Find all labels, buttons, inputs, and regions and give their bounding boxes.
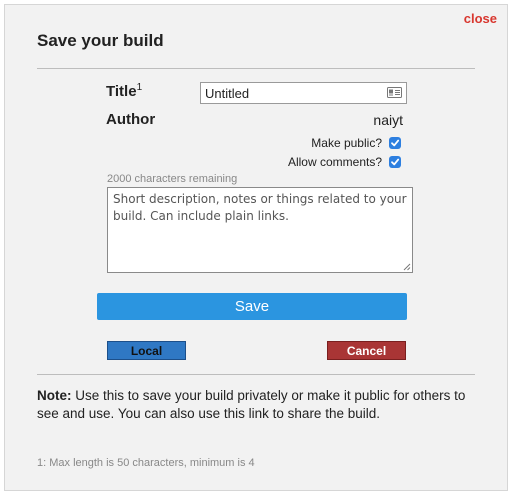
make-public-checkbox[interactable] <box>389 137 401 149</box>
resize-grip-icon[interactable] <box>403 263 411 271</box>
checkmark-icon <box>391 158 400 166</box>
title-label: Title1 <box>106 82 142 100</box>
cancel-button[interactable]: Cancel <box>327 341 406 360</box>
make-public-row[interactable]: Make public? <box>311 136 401 150</box>
checkmark-icon <box>391 139 400 147</box>
author-value: naiyt <box>373 112 403 128</box>
close-link[interactable]: close <box>464 11 497 26</box>
author-label: Author <box>106 111 156 128</box>
allow-comments-row[interactable]: Allow comments? <box>288 155 401 169</box>
local-button[interactable]: Local <box>107 341 186 360</box>
top-divider <box>37 68 475 69</box>
description-textarea[interactable]: Short description, notes or things relat… <box>107 187 413 273</box>
allow-comments-checkbox[interactable] <box>389 156 401 168</box>
make-public-label: Make public? <box>311 136 382 150</box>
title-footnote-marker: 1 <box>136 82 143 93</box>
dialog-title: Save your build <box>37 31 164 50</box>
note: Note: Use this to save your build privat… <box>37 387 477 423</box>
allow-comments-label: Allow comments? <box>287 155 382 169</box>
characters-remaining: 2000 characters remaining <box>107 173 238 185</box>
title-field[interactable] <box>200 82 407 104</box>
bottom-divider <box>37 374 475 375</box>
contact-card-icon <box>387 87 402 98</box>
note-prefix: Note: <box>37 388 72 403</box>
title-label-text: Title <box>106 83 137 100</box>
footnote: 1: Max length is 50 characters, minimum … <box>37 457 255 469</box>
title-input[interactable] <box>201 83 389 103</box>
note-text: Use this to save your build privately or… <box>37 388 466 421</box>
save-button[interactable]: Save <box>97 293 407 320</box>
save-build-dialog: close Save your build Title1 Author naiy… <box>4 4 508 491</box>
